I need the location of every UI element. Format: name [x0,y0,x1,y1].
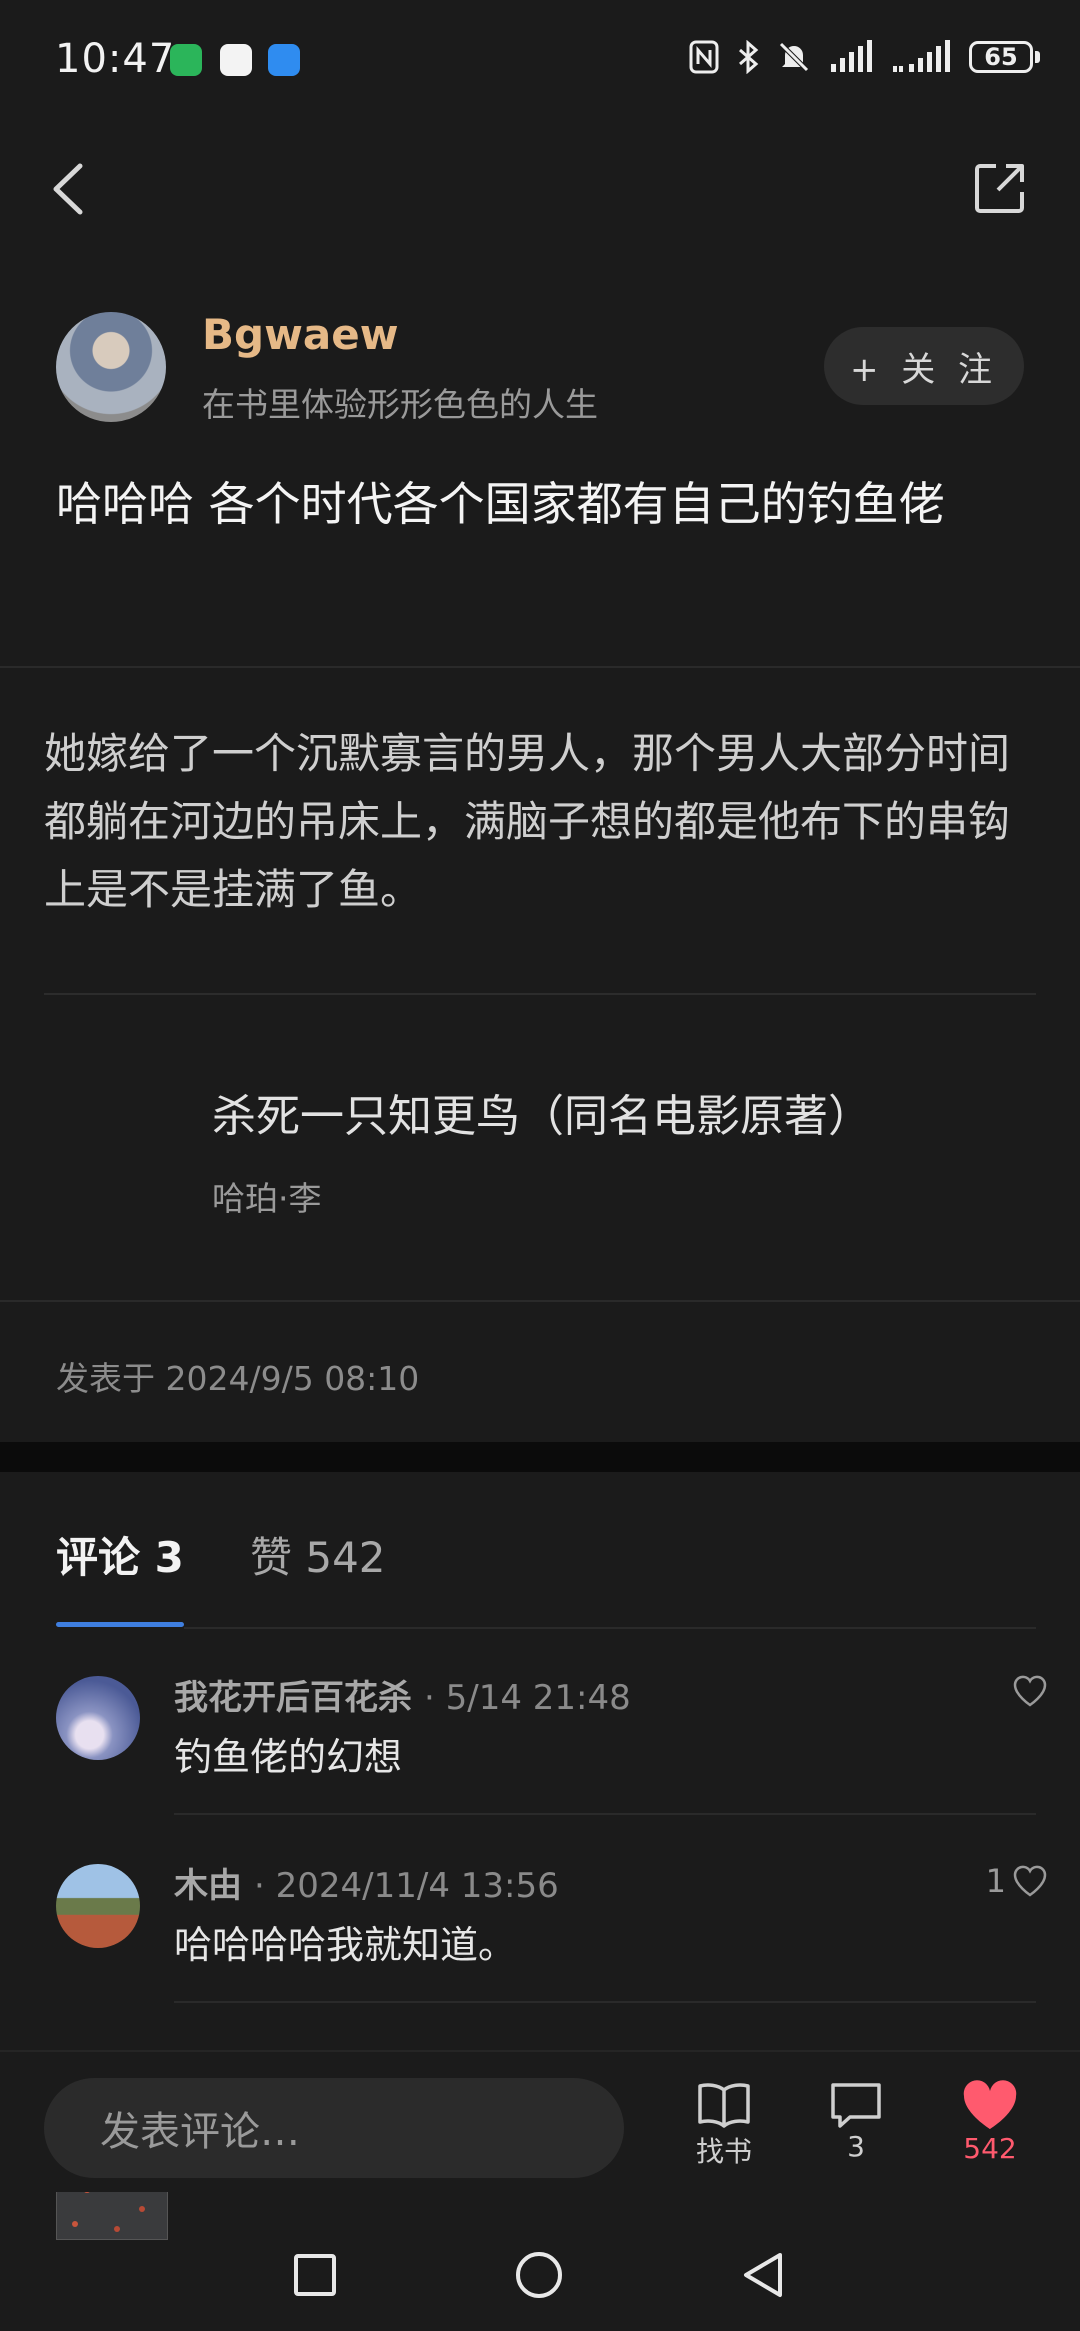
divider [0,1300,1080,1302]
comment-time: · 2024/11/4 13:56 [254,1866,559,1906]
comment-bubble-icon [831,2083,881,2128]
commenter-avatar[interactable] [56,1864,140,1948]
status-icons: 65 [689,40,1040,74]
author-avatar[interactable] [56,312,166,422]
book-icon [698,2083,750,2128]
chat-app-icon [268,44,300,76]
commenter-name[interactable]: 我花开后百花杀 [174,1670,412,1719]
comment-item[interactable]: 木由 · 2024/11/4 13:56 哈哈哈哈我就知道。 1 [0,1848,1080,1998]
find-book-button[interactable]: 找书 [664,2080,784,2170]
comment-header: 木由 · 2024/11/4 13:56 [174,1858,559,1907]
tab-comments[interactable]: 评论 3 [56,1524,184,1585]
active-tab-indicator [56,1622,184,1627]
comments-button[interactable]: 3 [796,2080,916,2163]
battery-tip [1035,51,1040,63]
book-excerpt: 她嫁给了一个沉默寡言的男人，那个男人大部分时间都躺在河边的吊床上，满脑子想的都是… [44,729,1011,914]
status-time: 10:47 [55,36,176,82]
comment-time: · 5/14 21:48 [424,1678,631,1718]
tab-likes[interactable]: 赞 542 [250,1524,386,1585]
signal-icon-2 [893,40,950,72]
heart-outline-icon [1013,1865,1047,1897]
book-title[interactable]: 杀死一只知更鸟（同名电影原著） [212,1080,872,1144]
nfc-icon [689,40,719,74]
comment-like-button[interactable] [1006,1674,1048,1708]
book-card[interactable]: To Kill A Mockingbird 杀死一只知更鸟 杀死一只知更鸟（同名… [0,1010,1080,2240]
status-bar: 10:47 65 [0,0,1080,120]
heart-filled-icon [963,2080,1017,2129]
divider [174,2001,1036,2003]
comment-like-button[interactable]: 1 [986,1862,1048,1900]
author-bio: 在书里体验形形色色的人生 [202,385,598,424]
back-triangle-icon[interactable] [740,2250,786,2300]
divider [44,993,1036,995]
like-button[interactable]: 542 [930,2080,1050,2165]
commenter-avatar[interactable] [56,1676,140,1760]
bluetooth-icon [739,40,759,74]
mute-icon [779,42,809,72]
divider [184,1627,1036,1629]
author-name[interactable]: Bgwaew [202,310,399,359]
like-count: 542 [963,2132,1017,2165]
battery-indicator: 65 [969,41,1040,73]
comment-text: 钓鱼佬的幻想 [174,1735,403,1779]
back-arrow-icon[interactable] [48,162,88,216]
comment-header: 我花开后百花杀 · 5/14 21:48 [174,1670,631,1719]
signal-icon [831,40,872,72]
wechat-icon [170,44,202,76]
comment-item[interactable]: 我花开后百花杀 · 5/14 21:48 钓鱼佬的幻想 [0,1660,1080,1810]
share-icon[interactable] [972,160,1028,216]
comment-input[interactable]: 发表评论… [44,2078,624,2178]
system-navigation-bar [0,2220,1080,2331]
comment-count: 3 [847,2130,865,2163]
section-separator [0,1442,1080,1472]
comment-text: 哈哈哈哈我就知道。 [174,1923,517,1967]
divider [174,1813,1036,1815]
post-timestamp: 发表于 2024/9/5 08:10 [56,1359,420,1398]
follow-button[interactable]: + 关 注 [824,327,1024,405]
home-circle-icon[interactable] [514,2250,564,2300]
app-notification-icon [220,44,252,76]
comment-like-count: 1 [985,1862,1006,1900]
find-book-label: 找书 [695,2135,752,2168]
book-author: 哈珀·李 [212,1179,322,1218]
battery-level: 65 [969,41,1033,73]
heart-outline-icon [1013,1675,1047,1707]
divider [0,666,1080,668]
recents-square-icon[interactable] [292,2252,338,2298]
post-title: 哈哈哈 各个时代各个国家都有自己的钓鱼佬 [56,477,945,531]
commenter-name[interactable]: 木由 [174,1858,242,1907]
